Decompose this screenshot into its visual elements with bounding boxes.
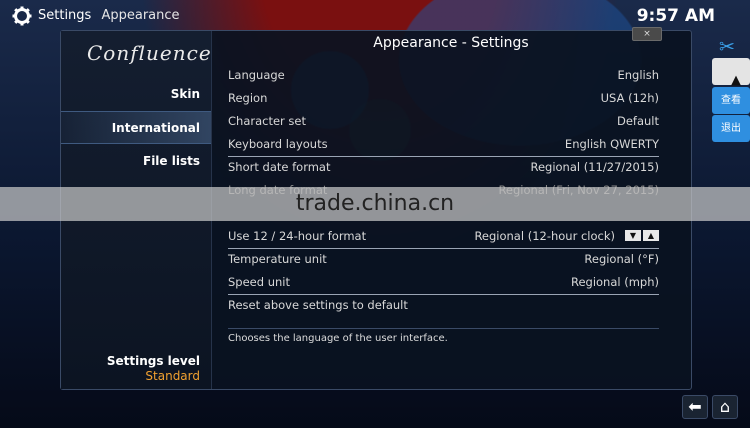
up-arrow-icon[interactable]: ▲ [643,230,659,241]
setting-row-time-format[interactable]: Use 12 / 24-hour format Regional (12-hou… [228,225,659,249]
setting-label: Use 12 / 24-hour format [228,229,367,243]
exit-button[interactable]: 退出 [712,115,750,142]
setting-description: Chooses the language of the user interfa… [228,333,448,344]
home-icon[interactable]: ⌂ [712,395,738,419]
setting-row-region[interactable]: Region USA (12h) [228,87,659,110]
clock: 9:57 AM [636,6,715,26]
dialog-title: Appearance - Settings [373,35,529,51]
setting-row-character-set[interactable]: Character set Default [228,110,659,133]
reset-settings-button[interactable]: Reset above settings to default [228,294,659,317]
watermark: trade.china.cn [295,191,455,216]
setting-value: English [617,68,659,82]
down-arrow-icon[interactable]: ▼ [625,230,641,241]
sidebar-item-skin[interactable]: Skin [61,78,211,111]
setting-row-temperature-unit[interactable]: Temperature unit Regional (°F) [228,248,659,271]
setting-label: Character set [228,114,307,128]
setting-value: Regional (11/27/2015) [530,160,659,174]
settings-level-label: Settings level [106,354,200,368]
sidebar-item-international[interactable]: International [61,111,211,144]
setting-label: Keyboard layouts [228,137,328,151]
view-button[interactable]: 查看 [712,87,750,114]
setting-label: Speed unit [228,275,290,289]
setting-value: Default [616,114,659,128]
breadcrumb-subsection: Appearance [101,8,180,23]
setting-value: Regional (mph) [570,275,659,289]
setting-label: Reset above settings to default [228,298,408,312]
description-divider [228,328,659,329]
skin-logo: Confluence [87,41,212,65]
setting-row-short-date-format[interactable]: Short date format Regional (11/27/2015) [228,156,659,179]
close-button[interactable]: × [632,27,662,41]
sidebar-item-file-lists[interactable]: File lists [61,145,211,178]
setting-row-language[interactable]: Language English [228,64,659,87]
setting-value: English QWERTY [564,137,659,151]
setting-label: Short date format [228,160,331,174]
breadcrumb: Settings Appearance [38,8,180,23]
setting-value: USA (12h) [600,91,659,105]
back-icon[interactable]: ⬅ [682,395,708,419]
setting-row-keyboard-layouts[interactable]: Keyboard layouts English QWERTY [228,133,659,157]
setting-value: Regional (12-hour clock) [474,229,615,243]
gear-icon [12,6,32,26]
breadcrumb-section: Settings [38,8,92,23]
setting-label: Temperature unit [228,252,327,266]
setting-value: Regional (°F) [584,252,659,266]
mouse-cursor-icon: ▲ [731,73,741,88]
settings-level-value[interactable]: Standard [145,369,200,383]
scissors-icon[interactable]: ✂ [719,36,735,58]
setting-row-speed-unit[interactable]: Speed unit Regional (mph) [228,271,659,295]
setting-label: Language [228,68,285,82]
setting-label: Region [228,91,268,105]
